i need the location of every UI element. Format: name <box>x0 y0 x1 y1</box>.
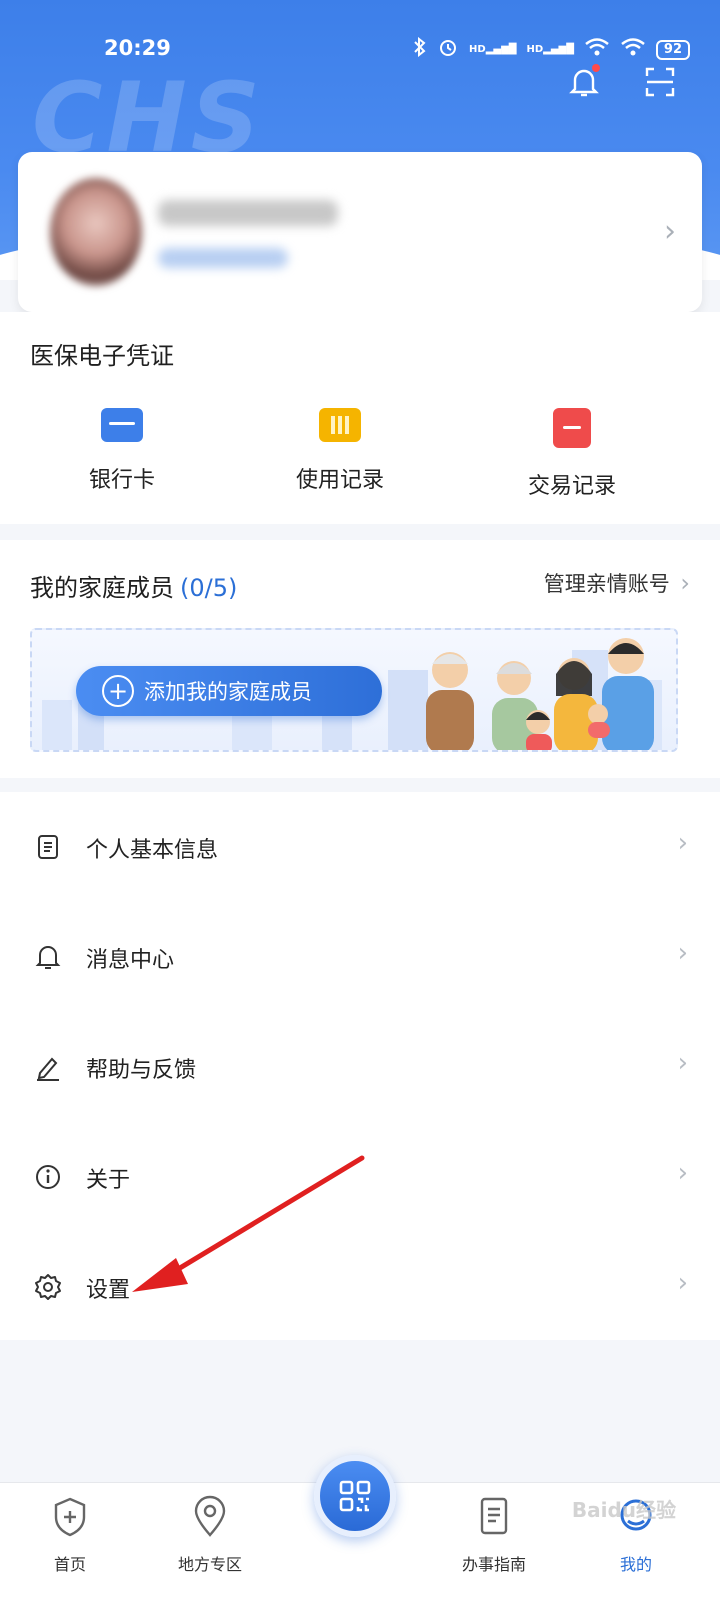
bank-card-button[interactable]: 银行卡 <box>42 408 202 494</box>
notification-dot <box>592 64 600 72</box>
battery-icon: 92 <box>655 39 690 60</box>
chevron-right-icon: › <box>677 1268 688 1298</box>
signal-icon-2: HD▂▄▆█ <box>526 44 574 55</box>
chevron-right-icon: › <box>677 828 688 858</box>
add-family-member-button[interactable]: + 添加我的家庭成员 <box>76 666 382 716</box>
nav-item-home[interactable]: 首页 <box>20 1495 120 1575</box>
transaction-record-button[interactable]: 交易记录 <box>492 408 652 500</box>
family-title-text: 我的家庭成员 <box>30 574 174 602</box>
menu-item-label: 个人基本信息 <box>86 838 219 863</box>
menu-item-label: 关于 <box>86 1168 131 1193</box>
bank-card-label: 银行卡 <box>88 468 155 493</box>
nav-label: 办事指南 <box>461 1555 526 1574</box>
signal-icon-1: HD▂▄▆█ <box>469 44 517 55</box>
section-title: 医保电子凭证 <box>30 342 174 370</box>
menu-item-label: 设置 <box>86 1278 131 1303</box>
add-family-banner[interactable]: + 添加我的家庭成员 <box>30 628 678 752</box>
qr-code-button[interactable] <box>314 1455 396 1537</box>
status-icons: HD▂▄▆█ HD▂▄▆█ 92 <box>413 36 690 63</box>
signal-label-2: HD <box>526 44 544 55</box>
settings-menu: 个人基本信息 › 消息中心 › 帮助与反馈 › 关于 › 设置 › <box>0 792 720 1340</box>
chevron-right-icon: › <box>677 1048 688 1078</box>
chevron-right-icon: › <box>664 214 676 249</box>
family-illustration <box>426 638 654 750</box>
usage-record-icon <box>319 408 361 442</box>
document-icon <box>38 835 58 859</box>
family-members-section: 我的家庭成员 (0/5) 管理亲情账号 › + 添加我的家庭成员 <box>0 540 720 778</box>
notification-bell-button[interactable] <box>564 62 604 102</box>
nav-label: 我的 <box>619 1555 652 1574</box>
blurred-verification <box>158 248 288 268</box>
bluetooth-icon <box>413 36 427 62</box>
baidu-watermark: Baidu经验 <box>571 1498 676 1522</box>
location-pin-icon <box>194 1495 226 1537</box>
blurred-username <box>158 200 338 226</box>
gear-icon <box>35 1274 61 1300</box>
menu-item-message-center[interactable]: 消息中心 › <box>0 902 720 1012</box>
transaction-record-label: 交易记录 <box>527 474 616 499</box>
profile-card[interactable]: › <box>18 152 702 312</box>
avatar <box>50 178 142 286</box>
manage-family-accounts-link[interactable]: 管理亲情账号 › <box>544 568 690 598</box>
bell-icon <box>35 946 61 969</box>
chevron-right-icon: › <box>677 938 688 968</box>
menu-item-label: 帮助与反馈 <box>86 1058 197 1083</box>
nav-label: 地方专区 <box>177 1555 242 1574</box>
chevron-right-icon: › <box>677 1158 688 1188</box>
chevron-right-icon: › <box>680 569 690 597</box>
menu-item-settings[interactable]: 设置 › <box>0 1232 720 1342</box>
family-count: (0/5) <box>180 574 238 602</box>
menu-item-help-feedback[interactable]: 帮助与反馈 › <box>0 1012 720 1122</box>
scan-icon <box>645 67 675 97</box>
wifi-icon <box>584 37 610 62</box>
home-shield-icon <box>54 1497 86 1537</box>
qr-code-icon <box>339 1480 371 1512</box>
scan-button[interactable] <box>640 62 680 102</box>
manage-family-label: 管理亲情账号 <box>543 572 670 596</box>
nav-item-guide[interactable]: 办事指南 <box>444 1495 544 1575</box>
menu-item-label: 消息中心 <box>86 948 175 973</box>
menu-item-personal-info[interactable]: 个人基本信息 › <box>0 792 720 902</box>
info-icon <box>36 1165 60 1189</box>
usage-record-button[interactable]: 使用记录 <box>260 408 420 494</box>
wifi-icon-2 <box>620 37 646 62</box>
family-title: 我的家庭成员 (0/5) <box>30 568 237 603</box>
status-time: 20:29 <box>104 36 171 60</box>
bank-card-icon <box>101 408 143 442</box>
pen-icon <box>37 1057 59 1081</box>
nav-label: 首页 <box>53 1555 86 1574</box>
usage-record-label: 使用记录 <box>295 468 384 493</box>
plus-circle-icon: + <box>102 675 134 707</box>
add-family-member-label: 添加我的家庭成员 <box>144 680 312 704</box>
medical-voucher-section: 医保电子凭证 银行卡 使用记录 交易记录 <box>0 312 720 524</box>
menu-item-about[interactable]: 关于 › <box>0 1122 720 1232</box>
transaction-record-icon <box>553 408 591 448</box>
signal-label-1: HD <box>469 44 486 55</box>
guide-document-icon <box>480 1497 508 1535</box>
alarm-icon <box>437 36 459 63</box>
nav-item-local-zone[interactable]: 地方专区 <box>160 1495 260 1575</box>
